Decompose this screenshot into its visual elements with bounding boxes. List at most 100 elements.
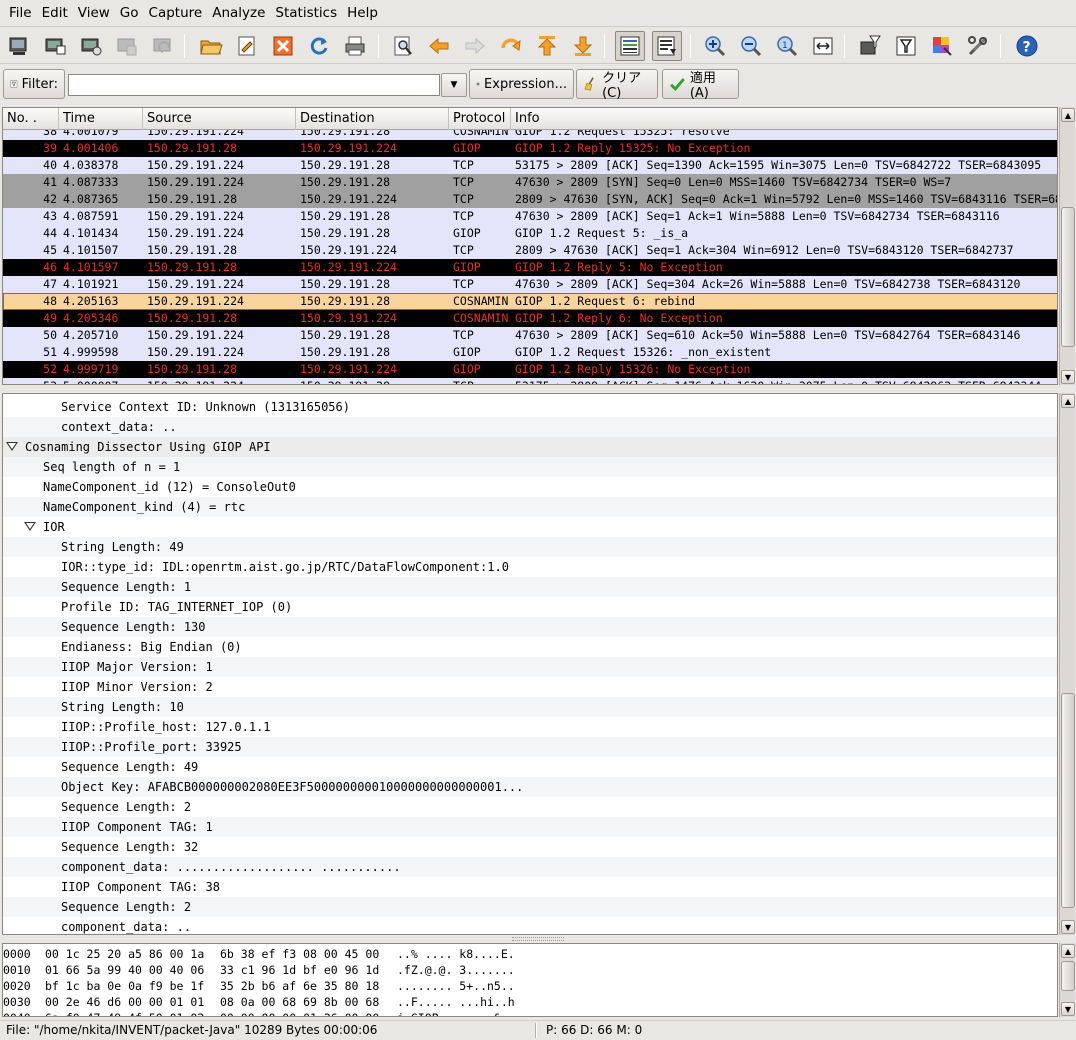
scroll-thumb[interactable] [1061,207,1075,347]
menu-help[interactable]: Help [342,5,383,21]
print-icon[interactable] [340,31,370,61]
detail-row[interactable]: Sequence Length: 130 [3,617,1057,637]
detail-row[interactable]: IIOP::Profile_host: 127.0.1.1 [3,717,1057,737]
hex-row[interactable]: 0010 01 66 5a 99 40 00 40 06 33 c1 96 1d b… [3,962,1053,978]
column-header-source[interactable]: Source [143,108,296,130]
filter-button[interactable]: Filter: [3,69,65,99]
column-header-info[interactable]: Info [511,108,1057,130]
menu-edit[interactable]: Edit [37,5,73,21]
menu-view[interactable]: View [73,5,115,21]
preferences-icon[interactable] [963,31,993,61]
detail-row[interactable]: IOR [3,517,1057,537]
pane-splitter[interactable] [512,937,564,941]
interface-list-icon[interactable] [4,31,34,61]
menu-go[interactable]: Go [115,5,144,21]
packet-row[interactable]: 47 4.101921 150.29.191.224 150.29.191.28 TCP… [3,276,1057,293]
go-back-icon[interactable] [424,31,454,61]
close-file-icon[interactable] [268,31,298,61]
packet-row[interactable]: 52 4.999719 150.29.191.28 150.29.191.224 GIO… [3,361,1057,378]
bytes-scrollbar[interactable]: ▲ ▼ [1059,943,1075,1017]
hex-row[interactable]: 0020 bf 1c ba 0e 0a f9 be 1f 35 2b b6 af 6… [3,978,1053,994]
hex-row[interactable]: 0040 6a f0 47 49 4f 50 01 02 00 00 00 00 0… [3,1010,1053,1016]
packet-row[interactable]: 44 4.101434 150.29.191.224 150.29.191.28 GIO… [3,225,1057,242]
detail-row[interactable]: String Length: 10 [3,697,1057,717]
detail-row[interactable]: IIOP Component TAG: 38 [3,877,1057,897]
display-filters-icon[interactable] [891,31,921,61]
packet-row[interactable]: 41 4.087333 150.29.191.224 150.29.191.28 TCP… [3,174,1057,191]
packet-row[interactable]: 48 4.205163 150.29.191.224 150.29.191.28 COS… [3,293,1057,310]
menu-capture[interactable]: Capture [144,5,208,21]
packet-row[interactable]: 535.000007150.29.191.224150.29.191.28TCP… [3,378,1057,384]
go-to-packet-icon[interactable] [496,31,526,61]
packet-row[interactable]: 50 4.205710 150.29.191.224 150.29.191.28 TCP… [3,327,1057,344]
detail-row[interactable]: component_data: ................... ....… [3,857,1057,877]
scroll-up-arrow-icon[interactable]: ▲ [1061,394,1075,408]
auto-scroll-icon[interactable] [652,31,682,61]
menu-analyze[interactable]: Analyze [207,5,270,21]
column-header-destination[interactable]: Destination [296,108,449,130]
detail-row[interactable]: Cosnaming Dissector Using GIOP API [3,437,1057,457]
apply-button[interactable]: 適用(A) [662,69,739,101]
scroll-down-arrow-icon[interactable]: ▼ [1061,1002,1075,1016]
help-icon[interactable]: ? [1012,31,1042,61]
packet-list-scrollbar[interactable]: ▲ ▼ [1059,107,1075,385]
packet-row[interactable]: 38 4.001079 150.29.191.224 150.29.191.28 COS… [3,130,1057,140]
detail-row[interactable]: Sequence Length: 32 [3,837,1057,857]
menu-statistics[interactable]: Statistics [270,5,342,21]
detail-row[interactable]: Sequence Length: 1 [3,577,1057,597]
expression-button[interactable]: Expression... [469,69,574,99]
detail-row[interactable]: Service Context ID: Unknown (1313165056) [3,397,1057,417]
packet-row[interactable]: 49 4.205346 150.29.191.28 150.29.191.224 COS… [3,310,1057,327]
hex-row[interactable]: 0000 00 1c 25 20 a5 86 00 1a 6b 38 ef f3 0… [3,946,1053,962]
zoom-out-icon[interactable] [736,31,766,61]
coloring-rules-icon[interactable] [927,31,957,61]
scroll-thumb[interactable] [1061,961,1075,991]
packet-row[interactable]: 51 4.999598 150.29.191.224 150.29.191.28 GIO… [3,344,1057,361]
column-header-protocol[interactable]: Protocol [449,108,511,130]
resize-columns-icon[interactable] [808,31,838,61]
packet-row[interactable]: 42 4.087365 150.29.191.28 150.29.191.224 TCP… [3,191,1057,208]
zoom-in-icon[interactable] [700,31,730,61]
detail-row[interactable]: Profile ID: TAG_INTERNET_IOP (0) [3,597,1057,617]
find-packet-icon[interactable] [388,31,418,61]
go-first-icon[interactable] [532,31,562,61]
detail-row[interactable]: Sequence Length: 2 [3,797,1057,817]
packet-row[interactable]: 39 4.001406 150.29.191.28 150.29.191.224 GIO… [3,140,1057,157]
detail-row[interactable]: Sequence Length: 49 [3,757,1057,777]
scroll-up-arrow-icon[interactable]: ▲ [1061,944,1075,958]
menu-file[interactable]: File [4,5,37,21]
detail-row[interactable]: Sequence Length: 2 [3,897,1057,917]
packet-row[interactable]: 40 4.038378 150.29.191.224 150.29.191.28 TCP… [3,157,1057,174]
capture-start-icon[interactable] [76,31,106,61]
packet-row[interactable]: 43 4.087591 150.29.191.224 150.29.191.28 TCP… [3,208,1057,225]
expander-triangle-icon[interactable] [23,517,37,537]
clear-button[interactable]: クリア(C) [576,69,658,101]
filter-dropdown-button[interactable]: ▼ [441,73,467,97]
detail-row[interactable]: Object Key: AFABCB000000002080EE3F500000… [3,777,1057,797]
open-file-icon[interactable] [196,31,226,61]
column-header-no[interactable]: No. . [3,108,59,130]
scroll-down-arrow-icon[interactable]: ▼ [1061,370,1075,384]
packet-row[interactable]: 45 4.101507 150.29.191.28 150.29.191.224 TCP… [3,242,1057,259]
scroll-down-arrow-icon[interactable]: ▼ [1061,920,1075,934]
zoom-normal-icon[interactable]: 1 [772,31,802,61]
detail-row[interactable]: Seq length of n = 1 [3,457,1057,477]
detail-row[interactable]: Endianess: Big Endian (0) [3,637,1057,657]
expander-triangle-icon[interactable] [5,437,19,457]
detail-row[interactable]: NameComponent_id (12) = ConsoleOut0 [3,477,1057,497]
detail-row[interactable]: NameComponent_kind (4) = rtc [3,497,1057,517]
scroll-thumb[interactable] [1061,693,1075,908]
detail-row[interactable]: IIOP::Profile_port: 33925 [3,737,1057,757]
detail-row[interactable]: IIOP Major Version: 1 [3,657,1057,677]
filter-input[interactable] [68,74,440,96]
column-header-time[interactable]: Time [59,108,143,130]
capture-filters-icon[interactable] [855,31,885,61]
hex-row[interactable]: 0030 00 2e 46 d6 00 00 01 01 08 0a 00 68 6… [3,994,1053,1010]
scroll-up-arrow-icon[interactable]: ▲ [1061,108,1075,122]
packet-row[interactable]: 46 4.101597 150.29.191.28 150.29.191.224 GIO… [3,259,1057,276]
detail-row[interactable]: IIOP Minor Version: 2 [3,677,1057,697]
colorize-icon[interactable] [615,31,645,61]
detail-row[interactable]: context_data: .. [3,417,1057,437]
detail-row[interactable]: IOR::type_id: IDL:openrtm.aist.go.jp/RTC… [3,557,1057,577]
detail-row[interactable]: component_data: .. [3,917,1057,934]
